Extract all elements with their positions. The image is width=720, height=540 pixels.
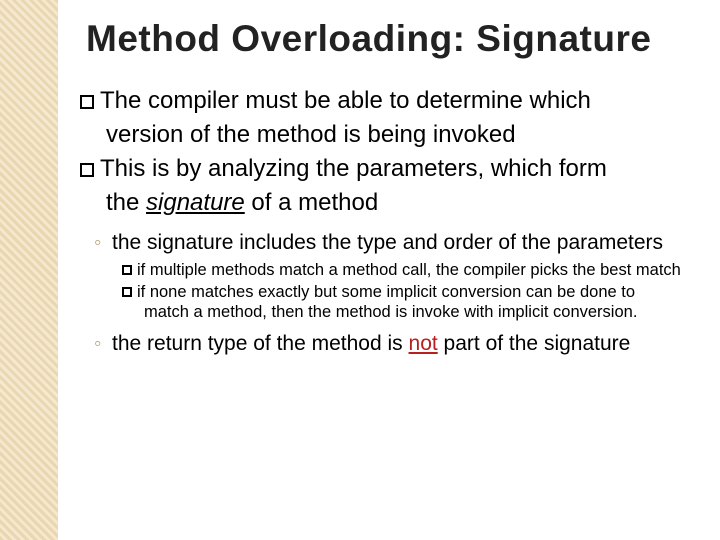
square-bullet-icon [122,287,132,297]
sub-bullet-2: ◦the return type of the method is not pa… [94,331,684,356]
sub-sub-bullet-2: if none matches exactly but some implici… [122,283,684,323]
sub-sub-bullets: if multiple methods match a method call,… [122,261,684,322]
bullet-2: This is by analyzing the parameters, whi… [80,154,686,184]
slide-content: Method Overloading: Signature The compil… [0,0,720,540]
bullet-2-signature: signature [146,189,245,216]
bullet-2-post: of a method [245,189,378,216]
sub-bullet-2-post: part of the signature [438,332,631,355]
sub-bullet-1: ◦the signature includes the type and ord… [94,230,684,255]
bullet-2-cont: the signature of a method [80,188,686,218]
bullet-2-line1: This is by analyzing the parameters, whi… [100,155,607,182]
circle-bullet-icon: ◦ [94,331,112,356]
sub-bullets: ◦the signature includes the type and ord… [94,230,684,356]
sub-bullet-2-pre: the return type of the method is [112,332,409,355]
slide-body: The compiler must be able to determine w… [80,86,692,356]
bullet-1-line2: version of the method is being invoked [106,121,516,148]
sub-bullet-2-not: not [409,332,438,355]
sub-bullet-1-text: the signature includes the type and orde… [112,231,663,254]
square-bullet-icon [80,163,94,177]
sub-sub-bullet-2-text: if none matches exactly but some implici… [137,283,637,321]
sub-sub-bullet-1: if multiple methods match a method call,… [122,261,684,281]
bullet-1: The compiler must be able to determine w… [80,86,686,116]
slide-title: Method Overloading: Signature [86,18,692,60]
sub-sub-bullet-1-text: if multiple methods match a method call,… [137,261,681,279]
bullet-1-line1: The compiler must be able to determine w… [100,87,591,114]
square-bullet-icon [80,95,94,109]
square-bullet-icon [122,265,132,275]
bullet-1-cont: version of the method is being invoked [80,120,686,150]
circle-bullet-icon: ◦ [94,230,112,255]
bullet-2-pre: the [106,189,146,216]
